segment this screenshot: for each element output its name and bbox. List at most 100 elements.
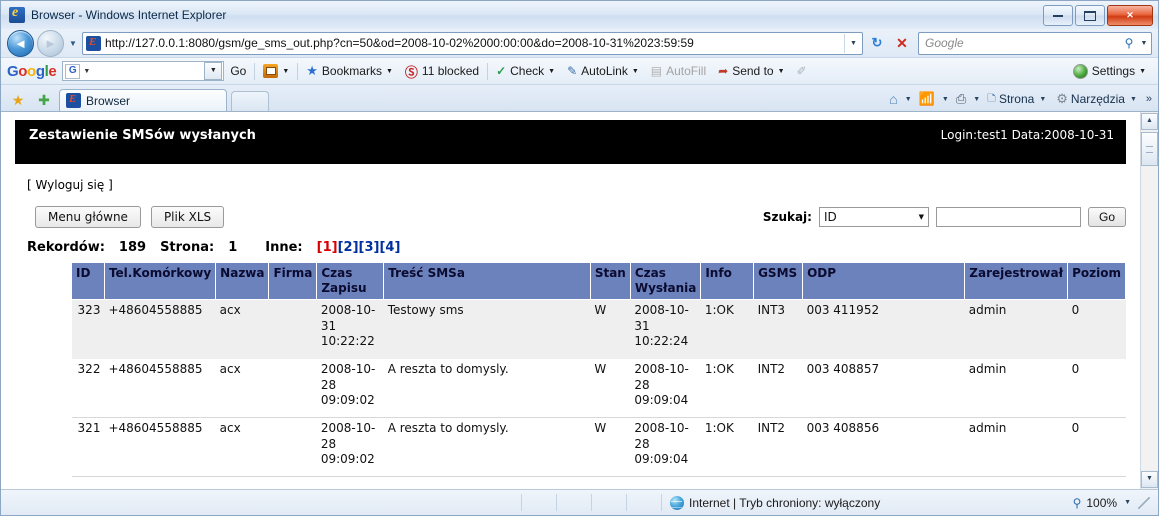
cell-poziom: 0	[1067, 299, 1126, 359]
cell-tresc: Testowy sms	[383, 299, 591, 359]
search-field-select[interactable]: ID ▼	[818, 207, 929, 227]
table-row[interactable]: 321 +48604558885 acx 2008-10-28 09:09:02…	[71, 417, 1126, 477]
recent-pages-caret-icon[interactable]: ▼	[67, 39, 79, 48]
print-caret-icon[interactable]: ▼	[971, 96, 982, 103]
logout-link[interactable]: [ Wyloguj się ]	[27, 178, 1140, 192]
highlighter-icon: ✐	[796, 64, 807, 78]
column-header-czas-wyslania[interactable]: Czas Wysłania	[629, 262, 702, 300]
search-provider-caret-icon[interactable]: ▼	[1137, 40, 1151, 47]
zoom-caret-icon[interactable]: ▼	[1122, 499, 1133, 506]
main-menu-button[interactable]: Menu główne	[35, 206, 141, 228]
address-bar[interactable]: http://127.0.0.1:8080/gsm/ge_sms_out.php…	[82, 31, 863, 55]
page-banner: Zestawienie SMSów wysłanych Login:test1 …	[15, 120, 1126, 164]
column-header-tel[interactable]: Tel.Komórkowy	[103, 262, 217, 300]
scroll-up-button[interactable]: ▲	[1141, 113, 1158, 130]
column-header-odp[interactable]: ODP	[802, 262, 966, 300]
highlight-button[interactable]: ✐	[791, 60, 813, 82]
sms-table: ID Tel.Komórkowy Nazwa Firma Czas Zapisu…	[71, 262, 1126, 477]
browser-search-box[interactable]: Google ⚲ ▼	[918, 31, 1152, 55]
page-title: Zestawienie SMSów wysłanych	[29, 128, 256, 143]
google-go-button[interactable]: Go	[224, 60, 252, 82]
popup-blocker-button[interactable]: ▼	[257, 60, 295, 82]
back-button[interactable]: ◄	[7, 29, 34, 57]
security-zone-indicator[interactable]: Internet | Tryb chroniony: wyłączony	[662, 495, 888, 510]
home-button[interactable]: ⌂	[886, 91, 900, 107]
google-settings-button[interactable]: Settings ▼	[1067, 60, 1152, 82]
forward-button[interactable]: ►	[37, 29, 64, 57]
tools-menu-button[interactable]: ⚙ Narzędzia ▼	[1053, 91, 1142, 107]
scroll-down-button[interactable]: ▼	[1141, 471, 1158, 488]
page-scrollbar[interactable]: ▲ ▼	[1140, 112, 1158, 489]
page-link-4[interactable]: [4]	[379, 240, 400, 255]
page-menu-label: Strona	[998, 92, 1035, 106]
page-link-3[interactable]: [3]	[359, 240, 380, 255]
table-row[interactable]: 323 +48604558885 acx 2008-10-31 10:22:22…	[71, 299, 1126, 359]
google-history-dropdown-button[interactable]: ▼	[204, 62, 223, 80]
tab-browser[interactable]: Browser	[59, 89, 227, 111]
scrollbar-thumb[interactable]	[1141, 132, 1158, 166]
favorites-center-button[interactable]: ★	[7, 89, 29, 111]
window-title: Browser - Windows Internet Explorer	[31, 8, 227, 22]
popup-blocker-caret-icon: ▼	[282, 67, 290, 75]
column-header-gsms[interactable]: GSMS	[753, 262, 804, 300]
address-dropdown-icon[interactable]: ▼	[844, 33, 862, 53]
page-menu-button[interactable]: 🗅 Strona ▼	[984, 89, 1051, 110]
search-icon[interactable]: ⚲	[1121, 36, 1137, 50]
cell-stan: W	[590, 299, 631, 359]
cell-id: 321	[71, 417, 105, 477]
bookmarks-button[interactable]: ★ Bookmarks ▼	[300, 60, 399, 82]
maximize-button[interactable]	[1075, 5, 1105, 26]
search-input[interactable]	[935, 207, 1081, 227]
tab-label: Browser	[86, 93, 131, 108]
toolbar-separator	[487, 62, 489, 80]
new-tab-button[interactable]	[231, 91, 269, 111]
column-header-zarejestrowal[interactable]: Zarejestrował	[964, 262, 1069, 300]
cell-gsms: INT2	[753, 358, 803, 418]
scrollbar-track[interactable]	[1141, 167, 1158, 470]
autolink-button[interactable]: ✎ AutoLink ▼	[561, 60, 645, 82]
command-bar-overflow-icon[interactable]: »	[1144, 93, 1152, 105]
page-search-group: Szukaj: ID ▼ Go	[763, 207, 1126, 227]
blocked-counter-button[interactable]: Ⓢ 11 blocked	[399, 60, 485, 82]
column-header-id[interactable]: ID	[71, 262, 105, 300]
google-search-input[interactable]: G ▼ ▼	[62, 61, 225, 81]
column-header-tresc[interactable]: Treść SMSa	[383, 262, 591, 300]
stop-button[interactable]: ✕	[891, 32, 913, 54]
cell-poziom: 0	[1067, 358, 1126, 418]
feeds-button[interactable]: 📶	[916, 91, 938, 107]
spell-check-button[interactable]: ✓ Check ▼	[490, 60, 561, 82]
other-pages-label: Inne:	[265, 240, 303, 255]
column-header-poziom[interactable]: Poziom	[1067, 262, 1126, 300]
feeds-caret-icon[interactable]: ▼	[940, 96, 951, 103]
minimize-button[interactable]	[1043, 5, 1073, 26]
refresh-button[interactable]: ↻	[866, 32, 888, 54]
gear-icon: ⚙	[1056, 91, 1068, 106]
xls-file-button[interactable]: Plik XLS	[150, 206, 225, 228]
address-url-text: http://127.0.0.1:8080/gsm/ge_sms_out.php…	[105, 36, 694, 50]
search-go-button[interactable]: Go	[1087, 207, 1126, 227]
column-header-stan[interactable]: Stan	[589, 262, 631, 300]
page-menu-caret-icon: ▼	[1039, 95, 1047, 103]
add-to-favorites-button[interactable]: ✚	[33, 89, 55, 111]
autofill-button[interactable]: ▤ AutoFill	[645, 60, 712, 82]
table-row[interactable]: 322 +48604558885 acx 2008-10-28 09:09:02…	[71, 358, 1126, 418]
page-link-1[interactable]: [1]	[317, 240, 338, 255]
column-header-nazwa[interactable]: Nazwa	[215, 262, 270, 300]
cell-zarejestrowal: admin	[964, 358, 1068, 418]
cell-zarejestrowal: admin	[964, 417, 1068, 477]
resize-grip-icon[interactable]	[1138, 496, 1150, 509]
google-search-caret-icon[interactable]: ▼	[83, 68, 90, 75]
column-header-info[interactable]: Info	[700, 262, 755, 300]
blocked-icon: Ⓢ	[404, 64, 418, 80]
column-header-czas-zapisu[interactable]: Czas Zapisu	[316, 262, 385, 300]
page-link-2[interactable]: [2]	[338, 240, 359, 255]
cell-czas-zapisu: 2008-10-28 09:09:02	[316, 358, 384, 418]
close-button[interactable]: ✕	[1107, 5, 1153, 26]
zoom-control[interactable]: ⚲ 100% ▼	[1067, 496, 1158, 510]
print-button[interactable]: ⎙	[953, 91, 969, 107]
column-header-firma[interactable]: Firma	[268, 262, 318, 300]
tools-menu-caret-icon: ▼	[1129, 95, 1137, 103]
send-to-button[interactable]: ➦ Send to ▼	[712, 60, 790, 82]
google-settings-caret-icon: ▼	[1139, 67, 1146, 75]
home-caret-icon[interactable]: ▼	[903, 96, 914, 103]
